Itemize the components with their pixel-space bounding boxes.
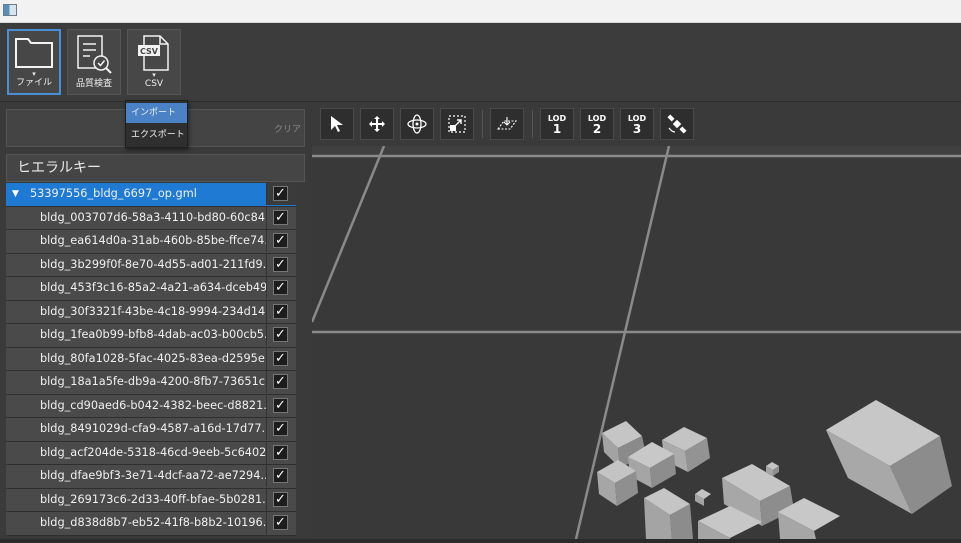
folder-icon: [15, 38, 53, 68]
lod2-button[interactable]: LOD 2: [580, 108, 614, 140]
tree-item-row[interactable]: bldg_30f3321f-43be-4c18-9994-234d14... ✓: [6, 300, 296, 324]
file-button-label: ファイル: [15, 78, 52, 88]
left-panel: クリア ヒエラルキー ▼ 53397556_bldg_6697_op.gml ✓…: [0, 102, 312, 539]
zoom-extents-button[interactable]: [440, 108, 474, 140]
tree-item-row[interactable]: bldg_18a1a5fe-db9a-4200-8fb7-73651c... ✓: [6, 371, 296, 395]
tree-item-row[interactable]: bldg_453f3c16-85a2-4a21-a634-dceb49... ✓: [6, 277, 296, 301]
visibility-checkbox[interactable]: ✓: [273, 468, 288, 483]
tree-item-label: bldg_ea614d0a-31ab-460b-85be-ffce74...: [40, 234, 266, 247]
tree-item-row[interactable]: bldg_003707d6-58a3-4110-bd80-60c84... ✓: [6, 206, 296, 230]
tree-item-label: bldg_80fa1028-5fac-4025-83ea-d2595e...: [40, 351, 266, 365]
file-button[interactable]: ▾ ファイル: [7, 29, 61, 95]
ground-plane-button[interactable]: [490, 108, 524, 140]
select-tool-button[interactable]: [320, 108, 354, 140]
visibility-checkbox[interactable]: ✓: [273, 444, 288, 460]
app-icon: [3, 4, 17, 16]
hierarchy-header: ヒエラルキー: [6, 154, 305, 182]
tree-item-row[interactable]: bldg_3b299f0f-8e70-4d55-ad01-211fd9... ✓: [6, 253, 296, 277]
visibility-checkbox[interactable]: ✓: [273, 397, 288, 413]
lod2-number: 2: [592, 122, 602, 136]
tree-item-row[interactable]: bldg_8491029d-cfa9-4587-a16d-17d77... ✓: [6, 418, 296, 442]
expand-arrow-icon[interactable]: ▼: [12, 183, 19, 205]
menu-item-export[interactable]: エクスポート: [126, 125, 187, 145]
tree-item-label: bldg_dfae9bf3-3e71-4dcf-aa72-ae7294...: [40, 469, 266, 482]
ribbon-toolbar: ▾ ファイル 品質検査 CSV ▾ CSV: [0, 23, 961, 102]
visibility-checkbox[interactable]: ✓: [273, 421, 288, 436]
visibility-checkbox[interactable]: ✓: [273, 256, 288, 272]
lod1-number: 1: [552, 122, 562, 136]
visibility-checkbox[interactable]: ✓: [273, 491, 288, 507]
dropdown-marker: ▾: [152, 71, 156, 79]
csv-file-icon: CSV: [138, 35, 169, 71]
visibility-checkbox[interactable]: ✓: [273, 233, 288, 248]
ground-plane-icon: [496, 117, 518, 130]
csv-badge-text: CSV: [140, 47, 159, 56]
visibility-checkbox[interactable]: ✓: [273, 186, 288, 201]
viewport-toolbar: LOD 1 LOD 2 LOD 3: [312, 102, 961, 147]
tree-item-row[interactable]: bldg_ea614d0a-31ab-460b-85be-ffce74... ✓: [6, 230, 296, 254]
tree-item-row[interactable]: bldg_dfae9bf3-3e71-4dcf-aa72-ae7294... ✓: [6, 465, 296, 489]
tree-root-label: 53397556_bldg_6697_op.gml: [30, 187, 197, 200]
visibility-checkbox[interactable]: ✓: [273, 209, 288, 225]
lod3-number: 3: [632, 122, 642, 136]
tree-item-label: bldg_453f3c16-85a2-4a21-a634-dceb49...: [40, 281, 266, 294]
satellite-button[interactable]: [660, 108, 694, 140]
lod3-button[interactable]: LOD 3: [620, 108, 654, 140]
orbit-tool-button[interactable]: [400, 108, 434, 140]
tree-item-row[interactable]: bldg_269173c6-2d33-40ff-bfae-5b0281... ✓: [6, 488, 296, 512]
tree-item-row[interactable]: bldg_d838d8b7-eb52-41f8-b8b2-10196... ✓: [6, 512, 296, 536]
clear-button[interactable]: クリア: [274, 122, 301, 135]
cursor-arrow-icon: [331, 116, 343, 132]
visibility-checkbox[interactable]: ✓: [273, 374, 288, 389]
3d-scene[interactable]: [312, 146, 961, 539]
lod1-button[interactable]: LOD 1: [540, 108, 574, 140]
tree-item-row[interactable]: bldg_acf204de-5318-46cd-9eeb-5c6402... ✓: [6, 441, 296, 465]
fit-view-icon: [448, 115, 466, 133]
tree-item-label: bldg_cd90aed6-b042-4382-beec-d8821...: [40, 398, 266, 412]
tree-item-row[interactable]: bldg_cd90aed6-b042-4382-beec-d8821... ✓: [6, 394, 296, 418]
toolbar-separator: [532, 110, 533, 138]
tree-item-label: bldg_003707d6-58a3-4110-bd80-60c84...: [40, 210, 266, 224]
orbit-icon: [407, 114, 427, 134]
checklist-search-icon: [77, 35, 112, 74]
visibility-checkbox[interactable]: ✓: [273, 327, 288, 342]
tree-item-label: bldg_1fea0b99-bfb8-4dab-ac03-b00cb5...: [40, 328, 266, 341]
tree-item-label: bldg_d838d8b7-eb52-41f8-b8b2-10196...: [40, 516, 266, 529]
tree-root-row[interactable]: ▼ 53397556_bldg_6697_op.gml ✓: [6, 183, 296, 207]
csv-button[interactable]: CSV ▾ CSV: [127, 29, 181, 95]
tree-item-label: bldg_18a1a5fe-db9a-4200-8fb7-73651c...: [40, 375, 266, 388]
csv-dropdown-menu: インポート エクスポート: [125, 100, 188, 148]
tree-item-row[interactable]: bldg_1fea0b99-bfb8-4dab-ac03-b00cb5... ✓: [6, 324, 296, 348]
tree-item-label: bldg_30f3321f-43be-4c18-9994-234d14...: [40, 304, 266, 318]
3d-viewport[interactable]: LOD 1 LOD 2 LOD 3: [312, 102, 961, 539]
move-tool-button[interactable]: [360, 108, 394, 140]
tree-item-row[interactable]: bldg_80fa1028-5fac-4025-83ea-d2595e... ✓: [6, 347, 296, 371]
tree-item-label: bldg_269173c6-2d33-40ff-bfae-5b0281...: [40, 492, 266, 506]
title-bar: [0, 0, 961, 23]
tree-item-label: bldg_acf204de-5318-46cd-9eeb-5c6402...: [40, 445, 266, 459]
visibility-checkbox[interactable]: ✓: [273, 280, 288, 295]
visibility-checkbox[interactable]: ✓: [273, 350, 288, 366]
toolbar-separator: [482, 110, 483, 138]
tree-item-label: bldg_3b299f0f-8e70-4d55-ad01-211fd9...: [40, 257, 266, 271]
hierarchy-tree: ▼ 53397556_bldg_6697_op.gml ✓ bldg_00370…: [6, 183, 296, 543]
csv-button-label: CSV: [144, 79, 164, 89]
move-arrows-icon: [369, 116, 385, 132]
visibility-checkbox[interactable]: ✓: [273, 515, 288, 530]
satellite-icon: [667, 114, 687, 134]
tree-item-label: bldg_8491029d-cfa9-4587-a16d-17d77...: [40, 422, 266, 435]
quality-check-button[interactable]: 品質検査: [67, 29, 121, 95]
menu-item-import[interactable]: インポート: [126, 103, 187, 123]
visibility-checkbox[interactable]: ✓: [273, 303, 288, 319]
quality-check-label: 品質検査: [75, 79, 112, 89]
